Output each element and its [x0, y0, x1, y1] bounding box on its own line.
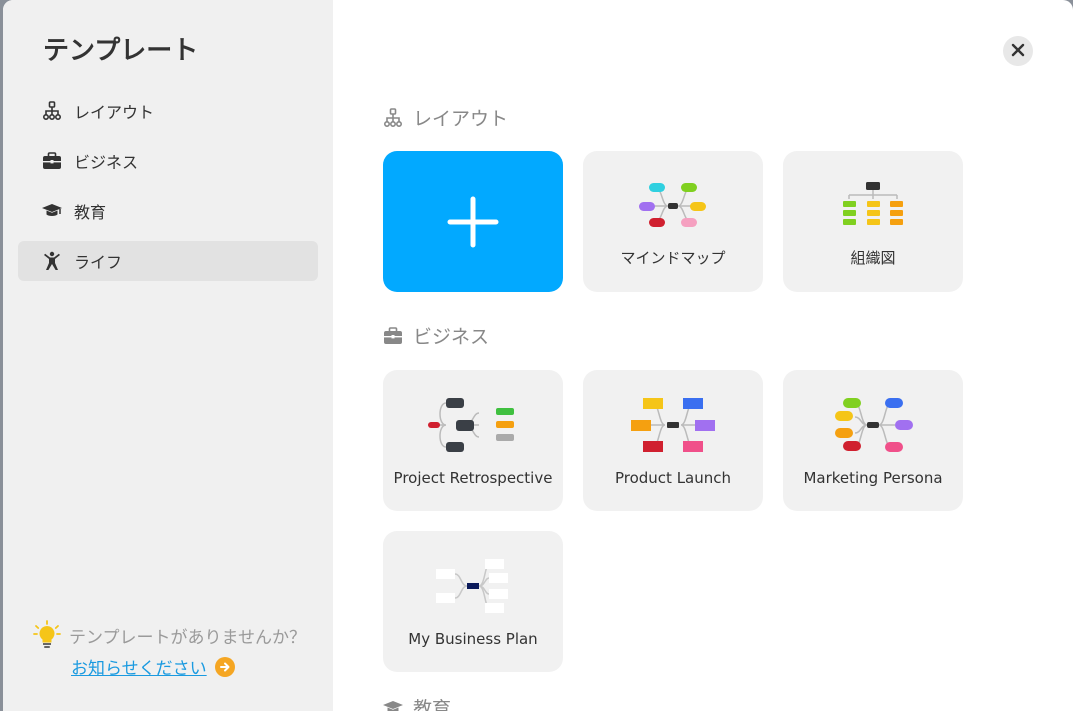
person-icon	[42, 251, 62, 271]
mindmap-thumbnail	[639, 183, 706, 227]
section-title: ビジネス	[413, 326, 490, 348]
section-heading-business: ビジネス	[383, 322, 489, 349]
sidebar-item-label: ビジネス	[74, 153, 139, 172]
template-label: My Business Plan	[408, 630, 538, 648]
sidebar-item-life[interactable]: ライフ	[18, 241, 318, 281]
briefcase-icon	[383, 326, 403, 346]
graduation-cap-icon	[42, 201, 62, 221]
template-dialog: テンプレート レイアウト ビジネス 教育 ライフ テンプレートがありませんか？ …	[3, 0, 1073, 711]
sidebar-item-label: ライフ	[74, 253, 123, 272]
sidebar-title: テンプレート	[43, 36, 199, 66]
template-card-orgchart[interactable]: 組織図	[783, 151, 963, 292]
retrospective-thumbnail	[428, 398, 514, 452]
sidebar: テンプレート レイアウト ビジネス 教育 ライフ テンプレートがありませんか？ …	[3, 0, 333, 711]
sidebar-nav: レイアウト ビジネス 教育 ライフ	[18, 91, 318, 291]
template-label: マインドマップ	[620, 249, 726, 267]
template-card-my-business-plan[interactable]: My Business Plan	[383, 531, 563, 672]
sidebar-item-label: レイアウト	[74, 103, 155, 122]
sitemap-icon	[42, 101, 62, 121]
product-launch-thumbnail	[631, 398, 715, 452]
section-title: レイアウト	[413, 108, 509, 130]
section-heading-education: 教育	[383, 694, 451, 711]
sidebar-item-education[interactable]: 教育	[18, 191, 318, 231]
sitemap-icon	[383, 107, 403, 128]
template-label: 組織図	[850, 249, 896, 267]
close-button[interactable]	[1003, 36, 1033, 66]
section-title: 教育	[413, 698, 452, 711]
marketing-persona-thumbnail	[835, 398, 913, 452]
orgchart-thumbnail	[843, 182, 903, 225]
briefcase-icon	[42, 151, 62, 171]
business-plan-thumbnail	[436, 559, 508, 613]
template-label: Marketing Persona	[803, 469, 943, 487]
sidebar-item-business[interactable]: ビジネス	[18, 141, 318, 181]
template-card-product-launch[interactable]: Product Launch	[583, 370, 763, 511]
arrow-right-icon[interactable]	[214, 656, 235, 677]
template-card-mindmap[interactable]: マインドマップ	[583, 151, 763, 292]
feedback-link[interactable]: お知らせください	[71, 654, 207, 679]
lightbulb-icon	[33, 620, 61, 650]
template-label: Product Launch	[614, 469, 732, 487]
missing-template-question: テンプレートがありませんか？	[69, 627, 306, 648]
sidebar-item-layout[interactable]: レイアウト	[18, 91, 318, 131]
plus-icon	[447, 196, 499, 248]
missing-template-footer: テンプレートがありませんか？ お知らせください	[33, 620, 306, 679]
blank-template-card[interactable]	[383, 151, 563, 292]
template-card-project-retrospective[interactable]: Project Retrospective	[383, 370, 563, 511]
template-label: Project Retrospective	[393, 469, 553, 487]
section-heading-layout: レイアウト	[383, 104, 508, 131]
sidebar-item-label: 教育	[74, 203, 107, 222]
template-card-marketing-persona[interactable]: Marketing Persona	[783, 370, 963, 511]
graduation-cap-icon	[383, 698, 403, 711]
close-icon	[1011, 42, 1025, 61]
